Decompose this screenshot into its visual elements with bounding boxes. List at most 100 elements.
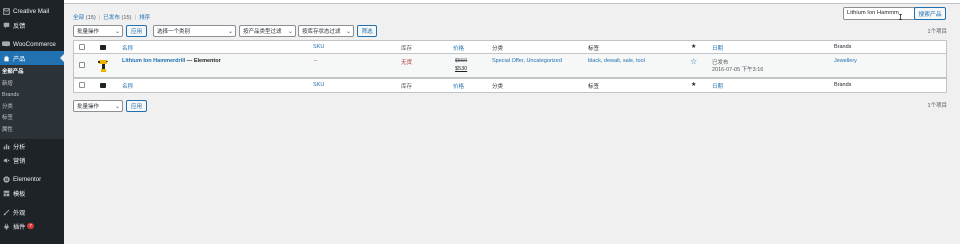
bulk-actions-select-top[interactable]: 批量操作 ⌄: [73, 25, 123, 37]
top-strip: [64, 0, 960, 4]
column-brands: Brands: [834, 44, 852, 50]
column-price[interactable]: 价格: [453, 44, 464, 52]
sidebar-item-marketing[interactable]: 营销: [0, 153, 64, 167]
sidebar-item-templates[interactable]: 模板: [0, 186, 64, 200]
sidebar-item-label: 分析: [13, 143, 26, 151]
sidebar-item-woocommerce[interactable]: WooCommerce: [0, 37, 64, 51]
view-all-link[interactable]: 全部 (15): [73, 15, 96, 21]
column-tags: 标签: [588, 46, 600, 52]
submenu-tags[interactable]: 标签: [0, 113, 64, 125]
sidebar-item-label: 产品: [13, 55, 26, 63]
chevron-down-icon: ⌄: [287, 29, 293, 35]
product-sku: –: [314, 58, 318, 64]
column-stock: 库存: [401, 84, 413, 90]
product-name-link[interactable]: Lithium Ion Hammerdrill: [122, 58, 185, 64]
plugins-update-badge: 7: [27, 223, 34, 229]
column-price[interactable]: 价格: [453, 82, 464, 90]
table-footer-row: 名称 SKU 库存 价格 分类 标签 ★ 日期 Brands: [74, 78, 946, 92]
view-published-count: (15): [121, 15, 132, 21]
filter-button[interactable]: 筛选: [357, 25, 377, 37]
product-name-suffix: — Elementor: [185, 58, 221, 64]
admin-sidebar: Creative Mail 反馈 WooCommerce 产品 全部产品 新增 …: [0, 0, 64, 244]
apply-button-bottom[interactable]: 应用: [126, 100, 147, 112]
creative-mail-icon: [2, 7, 10, 15]
product-categories[interactable]: Special Offer, Uncategorized: [492, 58, 562, 64]
column-date[interactable]: 日期: [712, 44, 723, 52]
templates-icon: [2, 189, 10, 197]
featured-star-icon[interactable]: ★: [691, 43, 696, 50]
text-cursor-icon: I: [898, 13, 903, 22]
products-icon: [2, 54, 10, 62]
select-all-checkbox[interactable]: [79, 44, 85, 50]
product-name-cell: Lithium Ion Hammerdrill — Elementor: [122, 58, 221, 64]
column-tags: 标签: [588, 84, 600, 90]
stock-status-value: 按库存状态过滤: [302, 29, 341, 35]
products-submenu: 全部产品 新增 Brands 分类 标签 属性: [0, 65, 64, 139]
table-header-row: 名称 SKU 库存 价格 分类 标签 ★ 日期 Brands: [74, 41, 946, 54]
category-value: 选择一个类别: [157, 29, 191, 35]
category-select[interactable]: 选择一个类别 ⌄: [153, 25, 236, 37]
brush-icon: [2, 208, 10, 216]
search-products-button[interactable]: 搜索产品: [914, 7, 946, 20]
product-type-select[interactable]: 按产品类型过滤 ⌄: [239, 25, 296, 37]
chevron-down-icon: ⌄: [114, 104, 120, 110]
column-name[interactable]: 名称: [122, 44, 133, 52]
sidebar-item-feedback[interactable]: 反馈: [0, 18, 64, 32]
row-checkbox[interactable]: [79, 62, 85, 68]
sidebar-item-plugins[interactable]: 插件 7: [0, 219, 64, 233]
sale-price: $530: [455, 66, 468, 72]
plug-icon: [2, 222, 10, 230]
submenu-categories[interactable]: 分类: [0, 102, 64, 114]
stock-status-select[interactable]: 按库存状态过滤 ⌄: [298, 25, 354, 37]
publish-date: 2016-07-05 下午3:16: [712, 67, 764, 73]
submenu-brands[interactable]: Brands: [0, 90, 64, 102]
products-table: 名称 SKU 库存 价格 分类 标签 ★ 日期 Brands Lithium I…: [73, 40, 947, 93]
sidebar-item-label: 模板: [13, 190, 26, 198]
column-brands: Brands: [834, 82, 852, 88]
view-all-label: 全部: [73, 15, 85, 21]
view-sort-link[interactable]: 排序: [139, 15, 150, 21]
chevron-down-icon: ⌄: [114, 29, 120, 35]
product-tags[interactable]: black, dewalt, sale, tool: [588, 58, 645, 64]
chevron-down-icon: ⌄: [227, 29, 233, 35]
column-sku[interactable]: SKU: [313, 82, 324, 88]
sidebar-item-label: Elementor: [13, 175, 42, 183]
product-brand[interactable]: Jewellery: [834, 58, 857, 64]
submenu-attributes[interactable]: 属性: [0, 125, 64, 137]
view-separator: |: [98, 15, 101, 21]
bulk-actions-select-bottom[interactable]: 批量操作 ⌄: [73, 100, 123, 112]
sidebar-item-label: 营销: [13, 157, 26, 165]
sidebar-item-elementor[interactable]: Elementor: [0, 172, 64, 186]
sidebar-item-label: Creative Mail: [13, 7, 50, 15]
sidebar-item-analytics[interactable]: 分析: [0, 139, 64, 153]
sidebar-item-label: WooCommerce: [13, 40, 56, 48]
marketing-icon: [2, 156, 10, 164]
sidebar-item-creative-mail[interactable]: Creative Mail: [0, 4, 64, 18]
submenu-add-new[interactable]: 新增: [0, 79, 64, 91]
column-sku[interactable]: SKU: [313, 44, 324, 50]
column-categories: 分类: [492, 84, 504, 90]
select-all-checkbox-bottom[interactable]: [79, 82, 85, 88]
submenu-all-products[interactable]: 全部产品: [0, 67, 64, 79]
items-count-bottom: 1个项目: [927, 103, 947, 109]
featured-toggle-star-icon[interactable]: ☆: [690, 57, 697, 66]
sidebar-item-appearance[interactable]: 外观: [0, 205, 64, 219]
analytics-icon: [2, 142, 10, 150]
apply-button-top[interactable]: 应用: [126, 25, 147, 37]
column-categories: 分类: [492, 46, 504, 52]
product-thumbnail-drill[interactable]: [98, 58, 109, 73]
table-row: Lithium Ion Hammerdrill — Elementor – 无货…: [74, 54, 946, 78]
elementor-icon: [2, 175, 10, 183]
product-type-value: 按产品类型过滤: [243, 29, 282, 35]
featured-star-icon[interactable]: ★: [691, 81, 696, 88]
items-count-top: 1个项目: [927, 29, 947, 35]
column-name[interactable]: 名称: [122, 82, 133, 90]
regular-price: $550: [455, 58, 468, 64]
view-separator: |: [134, 15, 136, 21]
column-date[interactable]: 日期: [712, 82, 723, 90]
view-published-link[interactable]: 已发布 (15): [103, 15, 131, 21]
view-all-count: (15): [85, 15, 96, 21]
sidebar-item-products[interactable]: 产品: [0, 51, 64, 65]
bulk-actions-value: 批量操作: [77, 104, 100, 110]
stock-status-out: 无货: [401, 60, 413, 66]
